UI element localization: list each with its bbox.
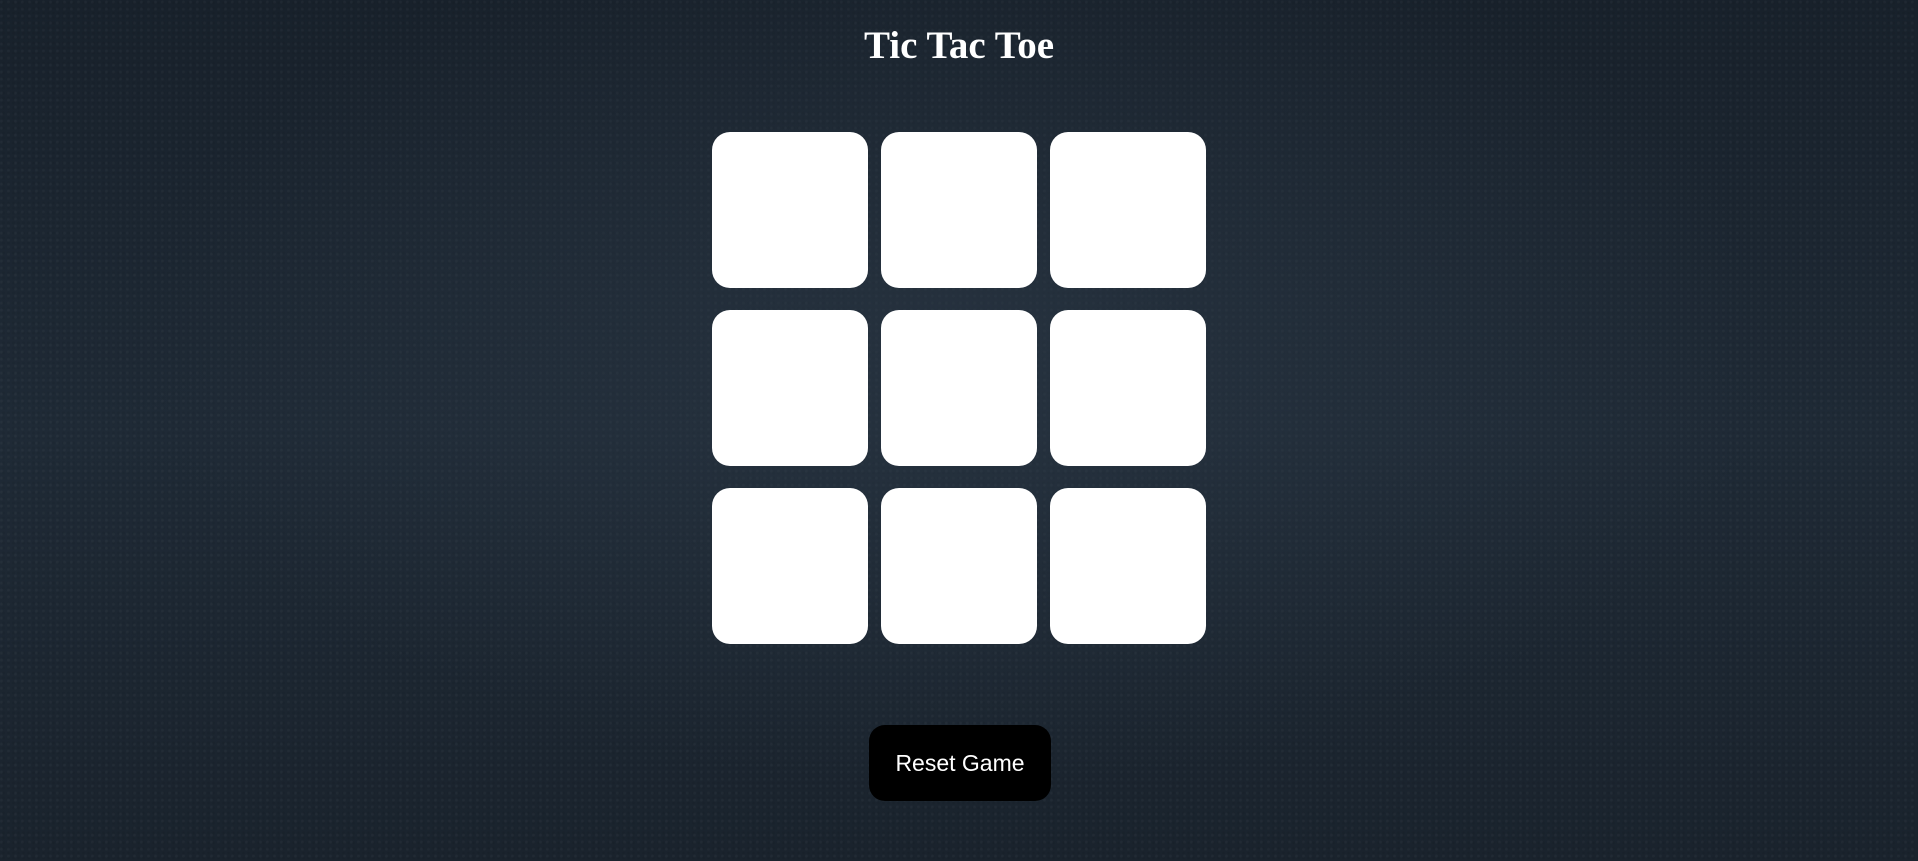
- board-cell-8[interactable]: [881, 488, 1037, 644]
- board-cell-3[interactable]: [1050, 132, 1206, 288]
- board-cell-4[interactable]: [712, 310, 868, 466]
- reset-game-button[interactable]: Reset Game: [869, 725, 1051, 801]
- board-cell-1[interactable]: [712, 132, 868, 288]
- game-board: [712, 132, 1208, 644]
- board-cell-5[interactable]: [881, 310, 1037, 466]
- board-cell-2[interactable]: [881, 132, 1037, 288]
- board-cell-7[interactable]: [712, 488, 868, 644]
- board-cell-6[interactable]: [1050, 310, 1206, 466]
- page-title: Tic Tac Toe: [863, 24, 1055, 67]
- board-cell-9[interactable]: [1050, 488, 1206, 644]
